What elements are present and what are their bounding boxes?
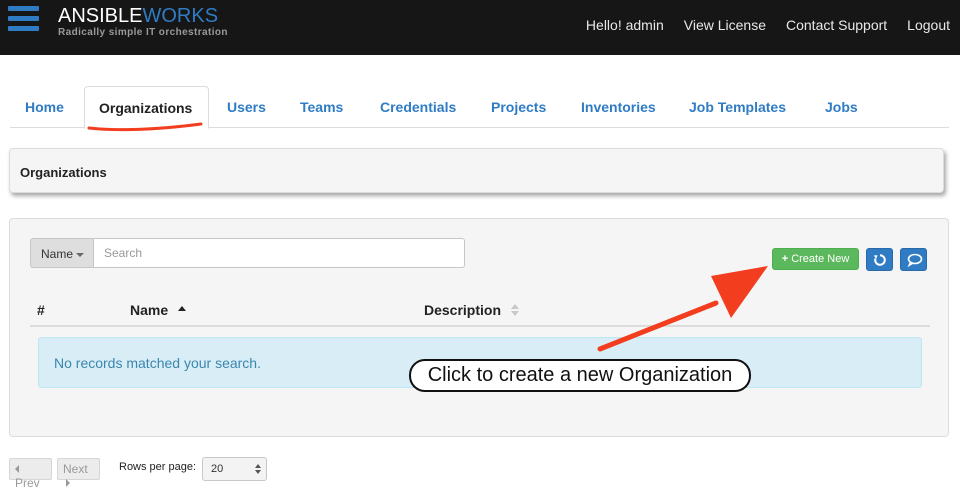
breadcrumb-panel: Organizations (9, 148, 944, 193)
rows-per-page-value: 20 (211, 463, 224, 475)
sort-ascending-icon (178, 306, 187, 311)
rows-per-page-select[interactable]: 20 (202, 457, 267, 481)
create-new-button[interactable]: + Create New (772, 248, 859, 270)
chevron-right-icon (66, 479, 70, 487)
chevron-left-icon (15, 465, 19, 473)
tab-home[interactable]: Home (25, 86, 64, 128)
nav-contact-support[interactable]: Contact Support (786, 17, 887, 33)
nav-hello-user[interactable]: Hello! admin (586, 17, 664, 33)
search-input[interactable] (94, 238, 465, 268)
red-underline-annotation (87, 122, 203, 132)
tab-inventories[interactable]: Inventories (581, 86, 656, 128)
column-header-description[interactable]: Description (424, 302, 520, 318)
tab-job-templates[interactable]: Job Templates (689, 86, 786, 128)
activity-stream-icon (907, 253, 923, 267)
nav-logout[interactable]: Logout (907, 17, 950, 33)
annotation-callout: Click to create a new Organization (409, 359, 751, 392)
top-nav-links: Hello! admin View License Contact Suppor… (566, 17, 950, 33)
hamburger-menu-icon[interactable] (8, 6, 39, 36)
brand-main-text: ANSIBLE (58, 5, 143, 27)
brand-logo[interactable]: ANSIBLEWORKS Radically simple IT orchest… (58, 5, 228, 38)
column-name-label: Name (130, 302, 169, 318)
column-header-name[interactable]: Name (130, 302, 187, 318)
column-header-index: # (37, 302, 45, 318)
sort-icon (511, 304, 520, 316)
tab-teams[interactable]: Teams (300, 86, 343, 128)
brand-name: ANSIBLEWORKS (58, 5, 228, 28)
search-field-label: Name (41, 247, 74, 261)
tab-jobs[interactable]: Jobs (825, 86, 858, 128)
tab-credentials[interactable]: Credentials (380, 86, 456, 128)
caret-down-icon (76, 252, 85, 257)
select-spinner-icon (255, 464, 261, 476)
next-label: Next (63, 462, 88, 476)
refresh-icon (873, 254, 886, 266)
brand-accent-text: WORKS (142, 5, 219, 27)
rows-per-page-label: Rows per page: (119, 461, 197, 473)
nav-view-license[interactable]: View License (684, 17, 766, 33)
organizations-list-panel: Name + Create New # Name Description No … (9, 218, 949, 437)
activity-stream-button[interactable] (900, 248, 927, 271)
brand-tagline: Radically simple IT orchestration (58, 27, 228, 38)
search-group: Name (30, 238, 465, 268)
tab-projects[interactable]: Projects (491, 86, 546, 128)
prev-page-button[interactable]: Prev (9, 458, 52, 490)
refresh-button[interactable] (866, 248, 893, 271)
prev-label: Prev (15, 476, 40, 490)
table-header: # Name Description (30, 297, 930, 327)
column-description-label: Description (424, 302, 502, 318)
create-new-label: Create New (791, 253, 850, 265)
top-navbar: ANSIBLEWORKS Radically simple IT orchest… (0, 0, 960, 55)
tab-users[interactable]: Users (227, 86, 266, 128)
plus-icon: + (781, 253, 789, 265)
search-field-dropdown[interactable]: Name (30, 238, 94, 268)
next-page-button[interactable]: Next (57, 458, 100, 487)
breadcrumb[interactable]: Organizations (20, 165, 107, 180)
